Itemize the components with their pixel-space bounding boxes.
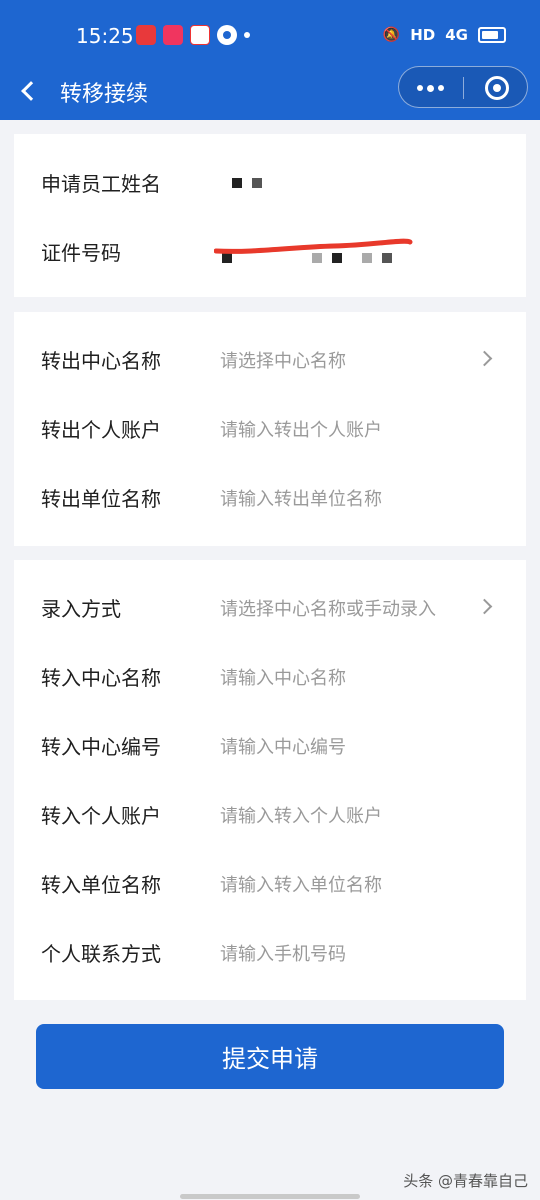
- contact-phone-label: 个人联系方式: [41, 942, 161, 966]
- more-options-icon[interactable]: [417, 84, 444, 92]
- transfer-in-account-input[interactable]: 请输入转入个人账户: [220, 802, 382, 828]
- chevron-right-icon[interactable]: [476, 350, 493, 367]
- battery-icon: [478, 27, 506, 43]
- applicant-name-row: 申请员工姓名: [14, 148, 526, 217]
- home-indicator[interactable]: [180, 1194, 360, 1199]
- submit-application-button[interactable]: 提交申请: [36, 1024, 504, 1089]
- transfer-in-unit-input[interactable]: 请输入转入单位名称: [220, 871, 382, 897]
- network-4g-indicator: 4G: [445, 26, 468, 44]
- transfer-in-center-name-input[interactable]: 请输入中心名称: [220, 664, 346, 690]
- entry-method-select[interactable]: 请选择中心名称或手动录入: [220, 595, 436, 621]
- transfer-out-card: 转出中心名称 请选择中心名称 转出个人账户 请输入转出个人账户 转出单位名称 请…: [14, 312, 526, 546]
- transfer-in-center-name-label: 转入中心名称: [41, 666, 161, 690]
- browser-app-icon: [217, 25, 237, 45]
- redaction-scribble: [214, 238, 413, 254]
- contact-phone-input[interactable]: 请输入手机号码: [220, 940, 346, 966]
- transfer-out-account-row[interactable]: 转出个人账户 请输入转出个人账户: [14, 394, 526, 463]
- entry-method-row[interactable]: 录入方式 请选择中心名称或手动录入: [14, 573, 526, 642]
- close-mini-program-icon[interactable]: [485, 76, 509, 100]
- transfer-out-unit-input[interactable]: 请输入转出单位名称: [220, 485, 382, 511]
- alarm-muted-icon: 🔕: [382, 27, 401, 43]
- mini-program-capsule: [398, 66, 528, 108]
- transfer-in-center-code-label: 转入中心编号: [41, 735, 161, 759]
- applicant-name-label: 申请员工姓名: [41, 172, 161, 196]
- id-number-label: 证件号码: [41, 241, 121, 265]
- transfer-in-unit-row[interactable]: 转入单位名称 请输入转入单位名称: [14, 849, 526, 918]
- news-app-icon: [190, 25, 210, 45]
- back-arrow-icon[interactable]: [21, 81, 41, 101]
- video-app-icon: [163, 25, 183, 45]
- status-bar: 15:25 🔕 HD 4G: [0, 0, 540, 66]
- transfer-out-unit-row[interactable]: 转出单位名称 请输入转出单位名称: [14, 463, 526, 532]
- transfer-out-center-select[interactable]: 请选择中心名称: [220, 347, 346, 373]
- transfer-in-unit-label: 转入单位名称: [41, 873, 161, 897]
- capsule-divider: [463, 77, 464, 99]
- masked-name: [232, 178, 262, 188]
- id-number-row: 证件号码: [14, 217, 526, 286]
- page-title: 转移接续: [60, 82, 149, 107]
- transfer-in-account-row[interactable]: 转入个人账户 请输入转入个人账户: [14, 780, 526, 849]
- transfer-out-center-label: 转出中心名称: [41, 349, 161, 373]
- more-notifications-dot-icon: [244, 32, 250, 38]
- transfer-in-center-code-input[interactable]: 请输入中心编号: [220, 733, 346, 759]
- transfer-out-center-row[interactable]: 转出中心名称 请选择中心名称: [14, 325, 526, 394]
- navigation-bar: 转移接续: [0, 66, 540, 120]
- transfer-in-center-name-row[interactable]: 转入中心名称 请输入中心名称: [14, 642, 526, 711]
- system-icons: 🔕 HD 4G: [383, 26, 506, 44]
- hd-indicator: HD: [410, 26, 436, 44]
- transfer-in-center-code-row[interactable]: 转入中心编号 请输入中心编号: [14, 711, 526, 780]
- transfer-in-account-label: 转入个人账户: [41, 804, 161, 828]
- chevron-right-icon[interactable]: [476, 598, 493, 615]
- transfer-in-card: 录入方式 请选择中心名称或手动录入 转入中心名称 请输入中心名称 转入中心编号 …: [14, 560, 526, 1000]
- app-notification-icon: [136, 25, 156, 45]
- notification-icons: [136, 25, 250, 45]
- transfer-out-account-label: 转出个人账户: [41, 418, 161, 442]
- entry-method-label: 录入方式: [41, 597, 121, 621]
- contact-phone-row[interactable]: 个人联系方式 请输入手机号码: [14, 918, 526, 987]
- applicant-info-card: 申请员工姓名 证件号码: [14, 134, 526, 297]
- watermark-text: 头条 @青春靠自己: [403, 1172, 528, 1190]
- transfer-out-unit-label: 转出单位名称: [41, 487, 161, 511]
- status-time: 15:25: [76, 24, 134, 48]
- transfer-out-account-input[interactable]: 请输入转出个人账户: [220, 416, 382, 442]
